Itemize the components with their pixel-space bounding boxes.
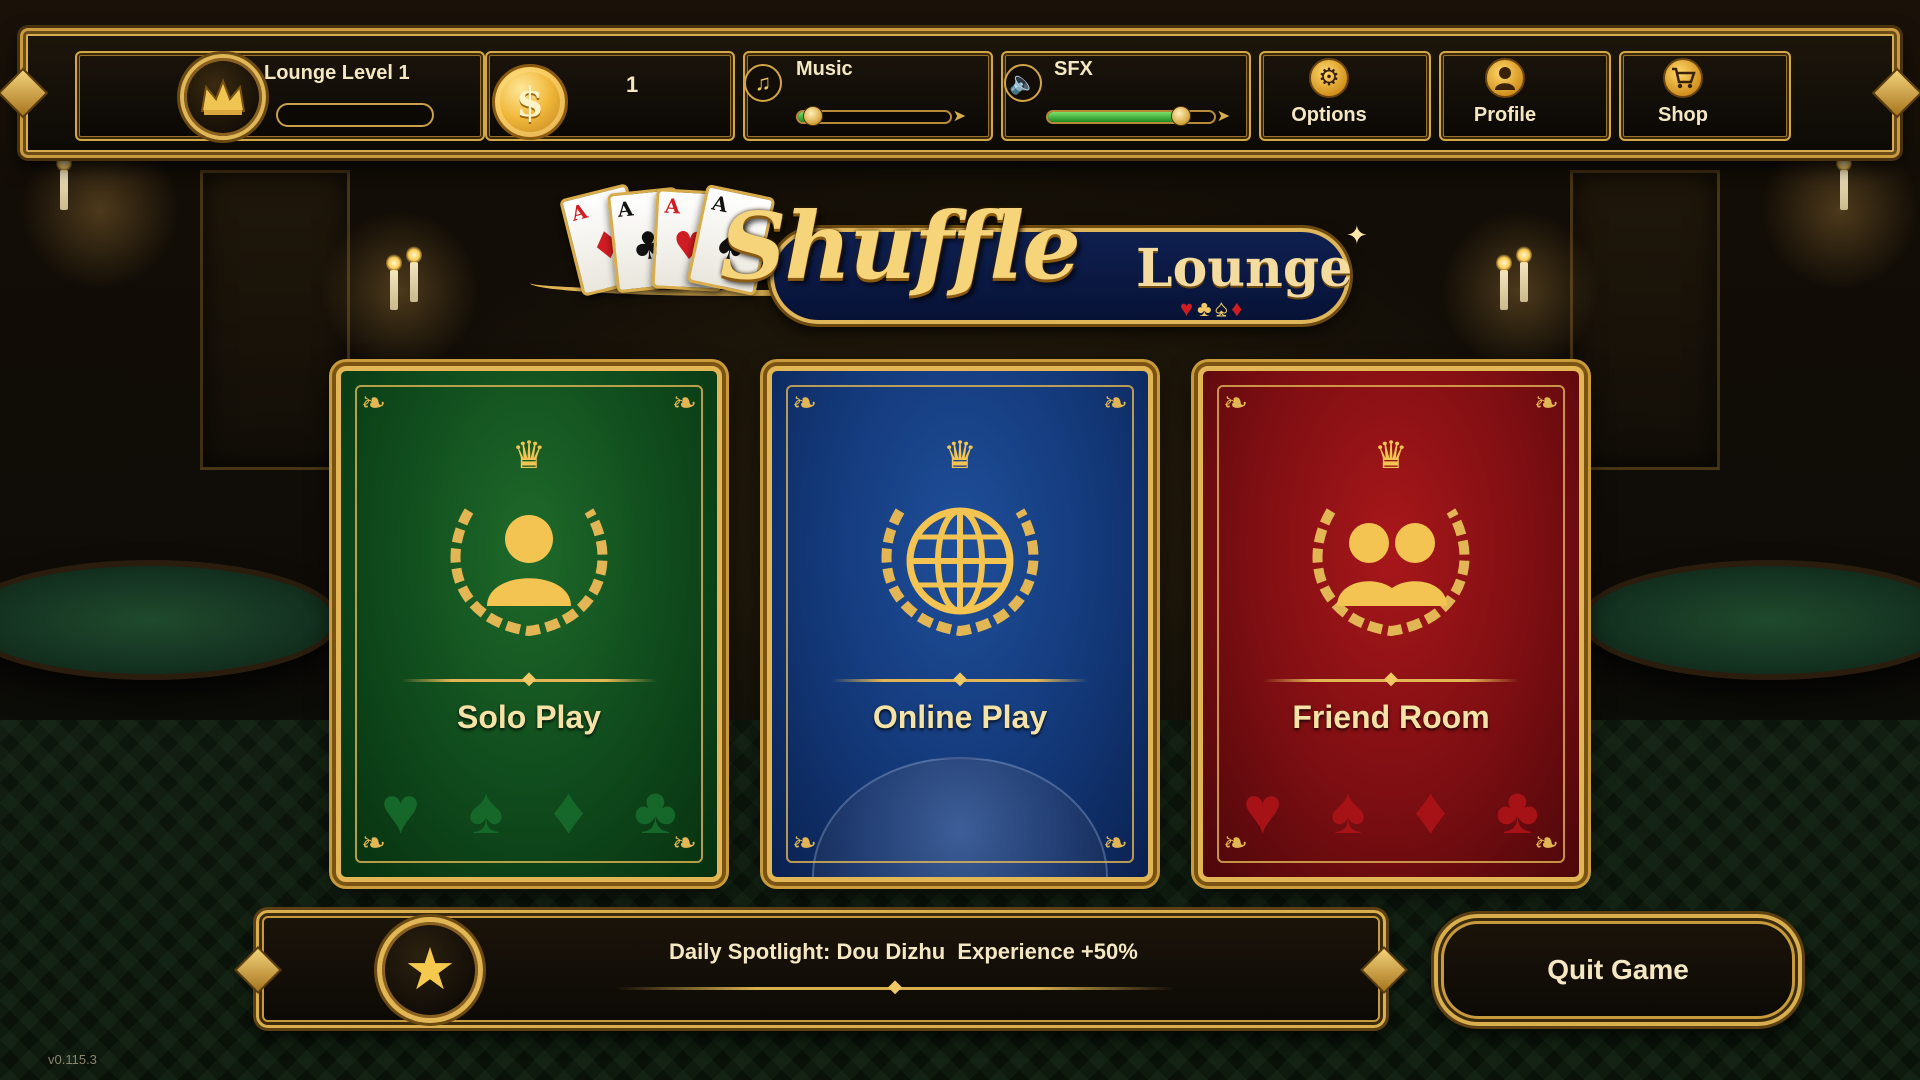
candle (386, 254, 402, 310)
sfx-slider[interactable]: ➤ (1046, 106, 1230, 126)
logo-subtitle: Lounge (1136, 238, 1353, 299)
two-players-icon (1312, 508, 1470, 637)
corner-ornament-icon: ❧ (1102, 827, 1128, 860)
club-icon: ♣ (1495, 773, 1539, 847)
game-logo: A ♦ A ♣ A ♥ A ♠ Shuffle Lounge ♥♣♠♦ ✦ (530, 180, 1390, 350)
spade-icon: ♠ (1330, 773, 1366, 847)
corner-ornament-icon: ❧ (1223, 387, 1249, 420)
globe-icon (881, 507, 1039, 637)
online-play-card[interactable]: ❧ ❧ ❧ ❧ ♛ Online Play (767, 366, 1153, 882)
card-divider (832, 679, 1088, 682)
coin-count: 1 (626, 72, 639, 97)
sfx-label: SFX (1054, 58, 1093, 80)
single-player-icon (450, 508, 608, 637)
corner-ornament-icon: ❧ (361, 387, 387, 420)
crown-icon (200, 78, 246, 115)
friend-room-title: Friend Room (1292, 699, 1490, 735)
sparkle-icon: ✦ (1346, 220, 1368, 250)
level-label: Lounge Level 1 (264, 62, 410, 84)
coin-icon: $ (492, 64, 568, 140)
suit-ornament-icon: ♥♣♠♦ (1180, 296, 1247, 322)
version-label: v0.115.3 (48, 1052, 97, 1067)
profile-icon (1485, 58, 1525, 98)
solo-play-title: Solo Play (456, 699, 602, 735)
online-play-title: Online Play (872, 699, 1048, 735)
shop-button[interactable]: Shop (1618, 56, 1748, 132)
crown-icon: ♛ (511, 435, 547, 477)
candle (406, 246, 422, 302)
music-slider[interactable]: ➤ (796, 106, 966, 126)
level-emblem (180, 54, 266, 140)
candle (56, 154, 72, 210)
candle (1496, 254, 1512, 310)
music-panel (743, 51, 993, 141)
options-button[interactable]: ⚙ Options (1264, 56, 1394, 132)
sfx-slider-fill (1048, 112, 1181, 122)
slider-end-arrow-icon: ➤ (1216, 108, 1230, 125)
profile-label: Profile (1473, 104, 1537, 126)
heart-icon: ♥ (1243, 773, 1283, 847)
poker-table (1580, 560, 1920, 680)
suit-decoration: ♥ ♠ ♦ ♣ (1243, 777, 1539, 843)
diamond-icon: ♦ (1413, 773, 1448, 847)
sfx-slider-knob[interactable] (1170, 106, 1191, 126)
quit-game-button[interactable]: Quit Game (1434, 914, 1802, 1026)
music-slider-knob[interactable] (803, 106, 824, 126)
chandelier-glow (320, 210, 480, 370)
options-label: Options (1291, 104, 1367, 126)
music-label: Music (796, 58, 853, 80)
daily-spotlight-banner[interactable]: ★ Daily Spotlight: Dou Dizhu Experience … (233, 910, 1409, 1028)
profile-button[interactable]: Profile (1440, 56, 1570, 132)
corner-ornament-icon: ❧ (792, 827, 818, 860)
logo-title: Shuffle (720, 192, 1081, 300)
club-icon: ♣ (633, 773, 677, 847)
music-note-icon: ♫ (744, 64, 782, 102)
star-icon: ★ (377, 917, 483, 1023)
sfx-panel (1001, 51, 1251, 141)
card-rank: A (616, 196, 635, 222)
daily-spotlight-text: Daily Spotlight: Dou Dizhu Experience +5… (669, 939, 1138, 964)
solo-play-card[interactable]: ❧ ❧ ❧ ❧ ♛ Solo Play ♥ ♠ ♦ ♣ (336, 366, 722, 882)
diamond-icon: ♦ (551, 773, 586, 847)
friend-room-card[interactable]: ❧ ❧ ❧ ❧ ♛ Friend Room ♥ ♠ ♦ ♣ (1198, 366, 1584, 882)
corner-ornament-icon: ❧ (792, 387, 818, 420)
poker-table (0, 560, 340, 680)
card-rank: A (568, 198, 590, 226)
card-divider (1263, 679, 1519, 682)
candle (1516, 246, 1532, 302)
heart-icon: ♥ (381, 773, 421, 847)
gear-icon: ⚙ (1309, 58, 1349, 98)
corner-ornament-icon: ❧ (1102, 387, 1128, 420)
corner-ornament-icon: ❧ (1533, 387, 1559, 420)
corner-ornament-icon: ❧ (671, 387, 697, 420)
candle (1836, 154, 1852, 210)
crown-icon: ♛ (942, 435, 978, 477)
spotlight-divider (615, 987, 1175, 990)
shop-label: Shop (1658, 104, 1708, 126)
card-rank: A (664, 193, 681, 219)
shopping-cart-icon (1663, 58, 1703, 98)
level-progress-bar (276, 103, 434, 127)
suit-decoration: ♥ ♠ ♦ ♣ (381, 777, 677, 843)
card-divider (401, 679, 657, 682)
slider-end-arrow-icon: ➤ (952, 108, 966, 125)
crown-icon: ♛ (1373, 435, 1409, 477)
speaker-icon: 🔈 (1004, 64, 1042, 102)
spade-icon: ♠ (468, 773, 504, 847)
